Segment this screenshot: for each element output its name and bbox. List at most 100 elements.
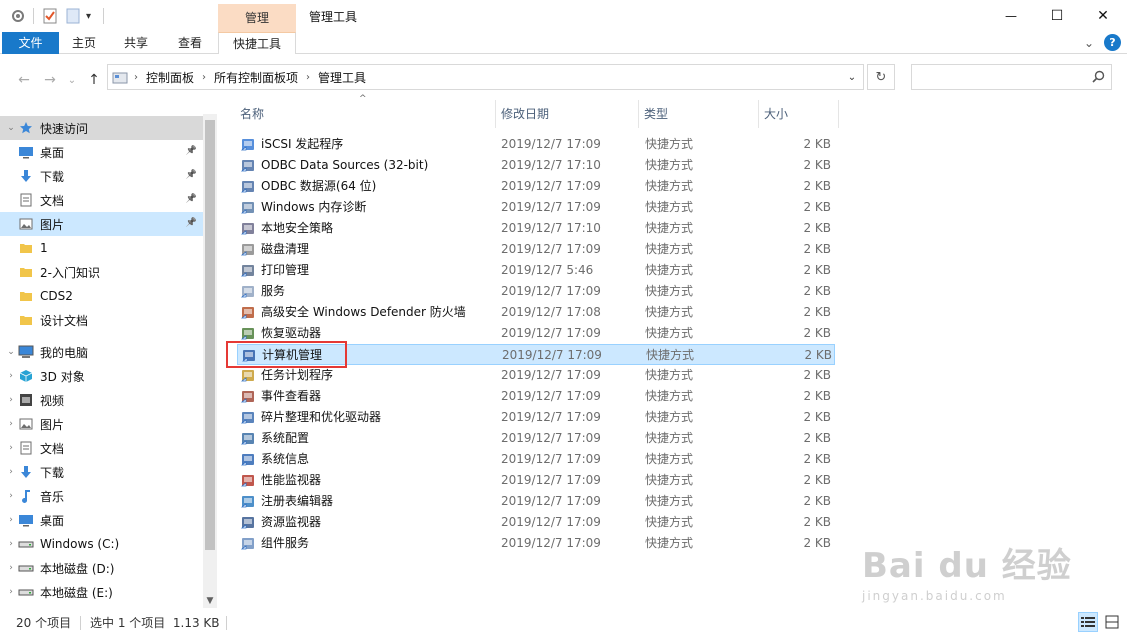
column-header-size[interactable]: 大小 (764, 100, 788, 128)
context-tab-group: 管理 (218, 4, 296, 32)
file-row[interactable]: 组件服务 2019/12/7 17:09 快捷方式 2 KB (237, 533, 835, 554)
sidebar-item[interactable]: CDS2 (0, 284, 203, 308)
maximize-button[interactable]: ☐ (1034, 0, 1080, 32)
search-input[interactable] (911, 64, 1112, 90)
tab-file[interactable]: 文件 (2, 32, 59, 54)
up-button[interactable]: ↑ (84, 70, 104, 90)
tab-share[interactable]: 共享 (114, 32, 158, 54)
file-row[interactable]: 碎片整理和优化驱动器 2019/12/7 17:09 快捷方式 2 KB (237, 407, 835, 428)
sidebar-item[interactable]: › 3D 对象 (0, 364, 203, 388)
expand-arrow-icon[interactable]: › (4, 515, 18, 525)
file-row[interactable]: 打印管理 2019/12/7 5:46 快捷方式 2 KB (237, 260, 835, 281)
file-row[interactable]: Windows 内存诊断 2019/12/7 17:09 快捷方式 2 KB (237, 197, 835, 218)
minimize-button[interactable]: — (988, 0, 1034, 32)
expand-arrow-icon[interactable]: › (4, 371, 18, 381)
sidebar-item[interactable]: 桌面 📌 (0, 140, 203, 164)
column-divider[interactable] (838, 100, 839, 128)
sidebar-item-label: 视频 (40, 393, 65, 408)
sidebar-item[interactable]: ⌄ 快速访问 (0, 116, 203, 140)
file-row[interactable]: 本地安全策略 2019/12/7 17:10 快捷方式 2 KB (237, 218, 835, 239)
details-view-button[interactable] (1078, 612, 1098, 632)
customize-qa-icon[interactable]: ▾ (86, 6, 91, 26)
file-list: ^ 名称 修改日期 类型 大小 iSCSI 发起程序 2019/12/7 17:0… (232, 94, 1127, 608)
column-divider[interactable] (638, 100, 639, 128)
tab-shortcut-tools[interactable]: 快捷工具 (218, 32, 296, 55)
expand-arrow-icon[interactable]: › (4, 491, 18, 501)
expand-arrow-icon[interactable]: › (4, 395, 18, 405)
file-row[interactable]: 资源监视器 2019/12/7 17:09 快捷方式 2 KB (237, 512, 835, 533)
sidebar-item[interactable]: 2-入门知识 (0, 260, 203, 284)
file-row[interactable]: 注册表编辑器 2019/12/7 17:09 快捷方式 2 KB (237, 491, 835, 512)
sidebar-item[interactable]: › 下载 (0, 460, 203, 484)
nav-scrollbar[interactable]: ▼ (203, 114, 217, 608)
sidebar-item[interactable]: › 桌面 (0, 508, 203, 532)
address-row: ← → ⌄ ↑ › 控制面板 › 所有控制面板项 › 管理工具 ⌄ ↻ (0, 54, 1127, 102)
expand-arrow-icon[interactable]: › (4, 539, 18, 549)
file-modified-date: 2019/12/7 17:09 (501, 284, 601, 298)
large-icons-view-button[interactable] (1102, 612, 1122, 632)
sidebar-item[interactable]: 1 (0, 236, 203, 260)
expand-arrow-icon[interactable]: › (4, 443, 18, 453)
sidebar-item[interactable]: ⌄ 我的电脑 (0, 340, 203, 364)
file-row[interactable]: 系统配置 2019/12/7 17:09 快捷方式 2 KB (237, 428, 835, 449)
column-divider[interactable] (758, 100, 759, 128)
sidebar-item[interactable]: 图片 📌 (0, 212, 203, 236)
expand-arrow-icon[interactable]: › (4, 467, 18, 477)
sidebar-item[interactable]: › 本地磁盘 (E:) (0, 580, 203, 604)
column-header-type[interactable]: 类型 (644, 100, 668, 128)
file-modified-date: 2019/12/7 17:09 (502, 348, 602, 362)
tab-view[interactable]: 查看 (168, 32, 212, 54)
breadcrumb-all-items[interactable]: 所有控制面板项 (214, 69, 298, 86)
drive-icon (18, 561, 34, 575)
sidebar-item[interactable]: › 视频 (0, 388, 203, 412)
expand-arrow-icon[interactable]: › (4, 587, 18, 597)
sidebar-item[interactable]: › 音乐 (0, 484, 203, 508)
refresh-button[interactable]: ↻ (867, 64, 895, 90)
file-row[interactable]: 任务计划程序 2019/12/7 17:09 快捷方式 2 KB (237, 365, 835, 386)
expand-ribbon-icon[interactable]: ⌄ (1084, 36, 1094, 50)
file-row[interactable]: 性能监视器 2019/12/7 17:09 快捷方式 2 KB (237, 470, 835, 491)
file-row[interactable]: 磁盘清理 2019/12/7 17:09 快捷方式 2 KB (237, 239, 835, 260)
address-bar[interactable]: › 控制面板 › 所有控制面板项 › 管理工具 ⌄ (107, 64, 864, 90)
file-row[interactable]: iSCSI 发起程序 2019/12/7 17:09 快捷方式 2 KB (237, 134, 835, 155)
recent-locations-button[interactable]: ⌄ (62, 70, 82, 90)
breadcrumb-control-panel[interactable]: 控制面板 (146, 69, 194, 86)
scroll-down-icon[interactable]: ▼ (203, 594, 217, 608)
column-divider[interactable] (495, 100, 496, 128)
column-header-name[interactable]: 名称 (240, 100, 264, 128)
properties-icon[interactable] (10, 6, 26, 26)
sidebar-item[interactable]: › 文档 (0, 436, 203, 460)
file-row[interactable]: ODBC 数据源(64 位) 2019/12/7 17:09 快捷方式 2 KB (237, 176, 835, 197)
odbc-icon (240, 158, 256, 173)
sidebar-item[interactable]: › Windows (C:) (0, 532, 203, 556)
sidebar-item-label: 设计文档 (40, 313, 89, 328)
expand-arrow-icon[interactable]: ⌄ (4, 347, 18, 357)
back-button[interactable]: ← (14, 70, 34, 90)
annotation-highlight-box (226, 341, 347, 368)
sidebar-item[interactable]: 文档 📌 (0, 188, 203, 212)
file-row[interactable]: 系统信息 2019/12/7 17:09 快捷方式 2 KB (237, 449, 835, 470)
help-icon[interactable]: ? (1104, 34, 1121, 51)
file-row[interactable]: 事件查看器 2019/12/7 17:09 快捷方式 2 KB (237, 386, 835, 407)
breadcrumb-admin-tools[interactable]: 管理工具 (318, 69, 366, 86)
file-row[interactable]: 服务 2019/12/7 17:09 快捷方式 2 KB (237, 281, 835, 302)
sidebar-item[interactable]: 下载 📌 (0, 164, 203, 188)
expand-arrow-icon[interactable]: › (4, 419, 18, 429)
file-row[interactable]: ODBC Data Sources (32-bit) 2019/12/7 17:1… (237, 155, 835, 176)
sidebar-item[interactable]: › 图片 (0, 412, 203, 436)
column-header-date[interactable]: 修改日期 (501, 100, 549, 128)
new-folder-icon[interactable] (66, 6, 80, 26)
download-icon (18, 169, 34, 183)
expand-arrow-icon[interactable]: ⌄ (4, 123, 18, 133)
forward-button[interactable]: → (40, 70, 60, 90)
file-row[interactable]: 高级安全 Windows Defender 防火墙 2019/12/7 17:08… (237, 302, 835, 323)
expand-arrow-icon[interactable]: › (4, 563, 18, 573)
sidebar-item[interactable]: › 本地磁盘 (D:) (0, 556, 203, 580)
sidebar-item-label: Windows (C:) (40, 537, 120, 551)
scrollbar-thumb[interactable] (205, 120, 215, 550)
sidebar-item[interactable]: 设计文档 (0, 308, 203, 332)
close-button[interactable]: ✕ (1080, 0, 1126, 32)
tab-home[interactable]: 主页 (62, 32, 106, 54)
checkbox-doc-icon[interactable] (42, 6, 58, 26)
address-dropdown-icon[interactable]: ⌄ (841, 65, 863, 89)
